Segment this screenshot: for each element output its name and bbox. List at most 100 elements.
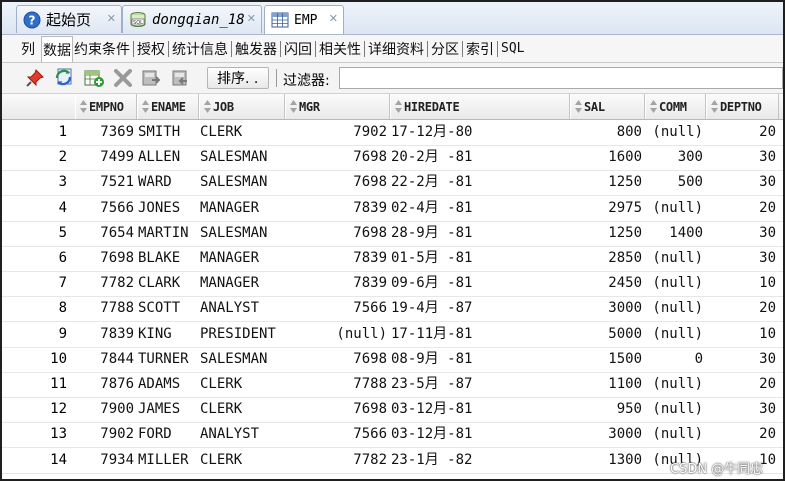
cell-deptno[interactable]: 20 (706, 296, 779, 321)
cell-job[interactable]: SALESMAN (199, 221, 285, 246)
cell-empno[interactable]: 7566 (75, 196, 137, 221)
cell-deptno[interactable]: 30 (706, 145, 779, 170)
table-row[interactable]: 7 7782 CLARK MANAGER 7839 09-6月 -81 2450 (null)… (2, 271, 783, 298)
cell-hiredate[interactable]: 19-4月 -87 (390, 296, 570, 321)
cell-comm[interactable]: 0 (645, 347, 706, 372)
column-header-empno[interactable]: EMPNO (75, 94, 137, 119)
tab-dependencies[interactable]: 相关性 (318, 35, 362, 62)
cell-job[interactable]: CLERK (199, 372, 285, 397)
cell-hiredate[interactable]: 02-4月 -81 (390, 196, 570, 221)
cell-hiredate[interactable]: 17-12月-80 (390, 120, 570, 145)
cell-ename[interactable]: KING (137, 322, 199, 347)
column-header-sal[interactable]: SAL (570, 94, 645, 119)
table-row[interactable]: 5 7654 MARTIN SALESMAN 7698 28-9月 -81 1250 1400… (2, 221, 783, 247)
tab-start-page[interactable]: ? 起始页 ✕ (16, 5, 122, 33)
cell-empno[interactable]: 7839 (75, 322, 137, 347)
column-header-comm[interactable]: COMM (645, 94, 706, 119)
cell-ename[interactable]: BLAKE (137, 246, 199, 271)
cell-ename[interactable]: FORD (137, 422, 199, 447)
column-header-job[interactable]: JOB (199, 94, 285, 119)
cell-comm[interactable]: 300 (645, 145, 706, 170)
cell-ename[interactable]: SMITH (137, 120, 199, 145)
tab-sql[interactable]: SQL (500, 35, 525, 62)
cell-empno[interactable]: 7844 (75, 347, 137, 372)
tab-columns[interactable]: 列 (20, 35, 36, 62)
cell-mgr[interactable]: 7698 (285, 221, 390, 246)
cell-hiredate[interactable]: 03-12月-81 (390, 397, 570, 422)
cell-comm[interactable]: (null) (645, 422, 706, 447)
tab-indexes[interactable]: 索引 (465, 35, 495, 62)
cell-job[interactable]: CLERK (199, 397, 285, 422)
tab-worksheet[interactable]: SQL dongqian_18 ✕ (122, 5, 262, 33)
cell-sal[interactable]: 2450 (570, 271, 645, 296)
column-header-ename[interactable]: ENAME (137, 94, 199, 119)
cell-sal[interactable]: 1500 (570, 347, 645, 372)
table-row[interactable]: 11 7876 ADAMS CLERK 7788 23-5月 -87 1100 (null) 2… (2, 372, 783, 398)
cell-deptno[interactable]: 30 (706, 246, 779, 271)
rollback-icon[interactable] (169, 67, 191, 89)
cell-ename[interactable]: MARTIN (137, 221, 199, 246)
cell-job[interactable]: CLERK (199, 448, 285, 473)
cell-comm[interactable]: (null) (645, 196, 706, 221)
cell-hiredate[interactable]: 23-5月 -87 (390, 372, 570, 397)
cell-empno[interactable]: 7698 (75, 246, 137, 271)
cell-comm[interactable]: (null) (645, 397, 706, 422)
cell-sal[interactable]: 950 (570, 397, 645, 422)
cell-comm[interactable]: (null) (645, 271, 706, 296)
table-row[interactable]: 12 7900 JAMES CLERK 7698 03-12月-81 950 (null) 30 (2, 397, 783, 424)
cell-hiredate[interactable]: 20-2月 -81 (390, 145, 570, 170)
cell-ename[interactable]: JONES (137, 196, 199, 221)
cell-sal[interactable]: 1300 (570, 448, 645, 473)
tab-partitions[interactable]: 分区 (430, 35, 460, 62)
cell-ename[interactable]: TURNER (137, 347, 199, 372)
column-header-mgr[interactable]: MGR (285, 94, 390, 119)
cell-hiredate[interactable]: 23-1月 -82 (390, 448, 570, 473)
cell-mgr[interactable]: 7839 (285, 246, 390, 271)
cell-deptno[interactable]: 30 (706, 170, 779, 195)
cell-comm[interactable]: (null) (645, 372, 706, 397)
cell-job[interactable]: MANAGER (199, 246, 285, 271)
cell-job[interactable]: MANAGER (199, 196, 285, 221)
grid-corner[interactable] (2, 94, 76, 119)
cell-hiredate[interactable]: 28-9月 -81 (390, 221, 570, 246)
cell-hiredate[interactable]: 03-12月-81 (390, 422, 570, 447)
table-row[interactable]: 1 7369 SMITH CLERK 7902 17-12月-80 800 (null) 20 (2, 120, 783, 146)
cell-sal[interactable]: 1100 (570, 372, 645, 397)
cell-sal[interactable]: 5000 (570, 322, 645, 347)
cell-sal[interactable]: 2850 (570, 246, 645, 271)
tab-statistics[interactable]: 统计信息 (171, 35, 229, 62)
table-row[interactable]: 13 7902 FORD ANALYST 7566 03-12月-81 3000 (null)… (2, 422, 783, 449)
cell-sal[interactable]: 3000 (570, 296, 645, 321)
cell-job[interactable]: PRESIDENT (199, 322, 285, 347)
cell-job[interactable]: SALESMAN (199, 145, 285, 170)
cell-hiredate[interactable]: 01-5月 -81 (390, 246, 570, 271)
cell-empno[interactable]: 7902 (75, 422, 137, 447)
cell-deptno[interactable]: 20 (706, 196, 779, 221)
cell-sal[interactable]: 1250 (570, 170, 645, 195)
table-row[interactable]: 14 7934 MILLER CLERK 7782 23-1月 -82 1300 (null)… (2, 448, 783, 474)
cell-empno[interactable]: 7499 (75, 145, 137, 170)
cell-ename[interactable]: ADAMS (137, 372, 199, 397)
table-row[interactable]: 3 7521 WARD SALESMAN 7698 22-2月 -81 1250 500 30 (2, 170, 783, 197)
cell-mgr[interactable]: 7698 (285, 347, 390, 372)
cell-empno[interactable]: 7654 (75, 221, 137, 246)
cell-sal[interactable]: 1600 (570, 145, 645, 170)
cell-job[interactable]: MANAGER (199, 271, 285, 296)
cell-deptno[interactable]: 30 (706, 221, 779, 246)
cell-comm[interactable]: (null) (645, 246, 706, 271)
column-header-hiredate[interactable]: HIREDATE (390, 94, 570, 119)
cell-sal[interactable]: 1250 (570, 221, 645, 246)
refresh-icon[interactable] (53, 67, 75, 89)
filter-input[interactable] (339, 67, 783, 89)
cell-job[interactable]: ANALYST (199, 296, 285, 321)
cell-mgr[interactable]: 7839 (285, 196, 390, 221)
cell-deptno[interactable]: 10 (706, 271, 779, 296)
cell-deptno[interactable]: 30 (706, 397, 779, 422)
cell-mgr[interactable]: 7902 (285, 120, 390, 145)
cell-mgr[interactable]: 7566 (285, 296, 390, 321)
tab-triggers[interactable]: 触发器 (234, 35, 278, 62)
tab-constraints[interactable]: 约束条件 (73, 35, 131, 62)
cell-deptno[interactable]: 20 (706, 120, 779, 145)
cell-ename[interactable]: CLARK (137, 271, 199, 296)
table-row[interactable]: 10 7844 TURNER SALESMAN 7698 08-9月 -81 1500 0 30 (2, 347, 783, 373)
